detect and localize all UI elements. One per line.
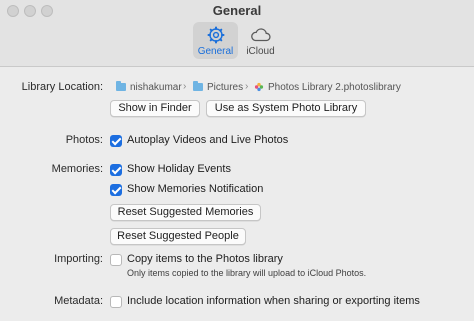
memories-notification-checkbox[interactable] bbox=[110, 184, 122, 196]
path-library-file[interactable]: Photos Library 2.photoslibrary bbox=[268, 82, 401, 93]
copy-items-checkbox-label[interactable]: Copy items to the Photos library bbox=[127, 253, 283, 265]
preferences-window: General General iCloud Library Location:… bbox=[0, 0, 474, 321]
holiday-events-checkbox[interactable] bbox=[110, 164, 122, 176]
memories-notification-checkbox-label[interactable]: Show Memories Notification bbox=[127, 183, 263, 195]
gear-icon bbox=[207, 26, 224, 44]
copy-items-checkbox[interactable] bbox=[110, 254, 122, 266]
holiday-events-checkbox-label[interactable]: Show Holiday Events bbox=[127, 163, 231, 175]
folder-icon bbox=[193, 81, 203, 91]
photos-label: Photos: bbox=[65, 134, 103, 146]
use-as-system-library-button[interactable]: Use as System Photo Library bbox=[206, 100, 366, 117]
path-chevron-icon: › bbox=[245, 81, 249, 92]
tab-icloud-label: iCloud bbox=[246, 46, 275, 57]
toolbar: General General iCloud bbox=[0, 0, 474, 67]
cloud-icon bbox=[250, 28, 271, 42]
include-location-checkbox[interactable] bbox=[110, 296, 122, 308]
path-user-folder[interactable]: nishakumar bbox=[130, 82, 182, 93]
path-pictures-folder[interactable]: Pictures bbox=[207, 82, 243, 93]
importing-label: Importing: bbox=[54, 253, 103, 265]
photos-app-icon bbox=[254, 82, 264, 92]
metadata-label: Metadata: bbox=[54, 295, 103, 307]
autoplay-checkbox-label[interactable]: Autoplay Videos and Live Photos bbox=[127, 134, 288, 146]
tab-general-label: General bbox=[197, 46, 234, 57]
show-in-finder-button[interactable]: Show in Finder bbox=[110, 100, 200, 117]
library-location-label: Library Location: bbox=[21, 81, 103, 93]
tab-icloud[interactable]: iCloud bbox=[238, 22, 283, 59]
reset-suggested-people-button[interactable]: Reset Suggested People bbox=[110, 228, 246, 245]
window-title: General bbox=[212, 3, 262, 18]
folder-icon bbox=[116, 81, 126, 91]
memories-label: Memories: bbox=[51, 163, 103, 175]
import-help-text: Only items copied to the library will up… bbox=[127, 268, 367, 278]
autoplay-checkbox[interactable] bbox=[110, 135, 122, 147]
reset-suggested-memories-button[interactable]: Reset Suggested Memories bbox=[110, 204, 261, 221]
tab-general[interactable]: General bbox=[193, 22, 238, 59]
include-location-checkbox-label[interactable]: Include location information when sharin… bbox=[127, 295, 420, 307]
path-chevron-icon: › bbox=[183, 81, 187, 92]
